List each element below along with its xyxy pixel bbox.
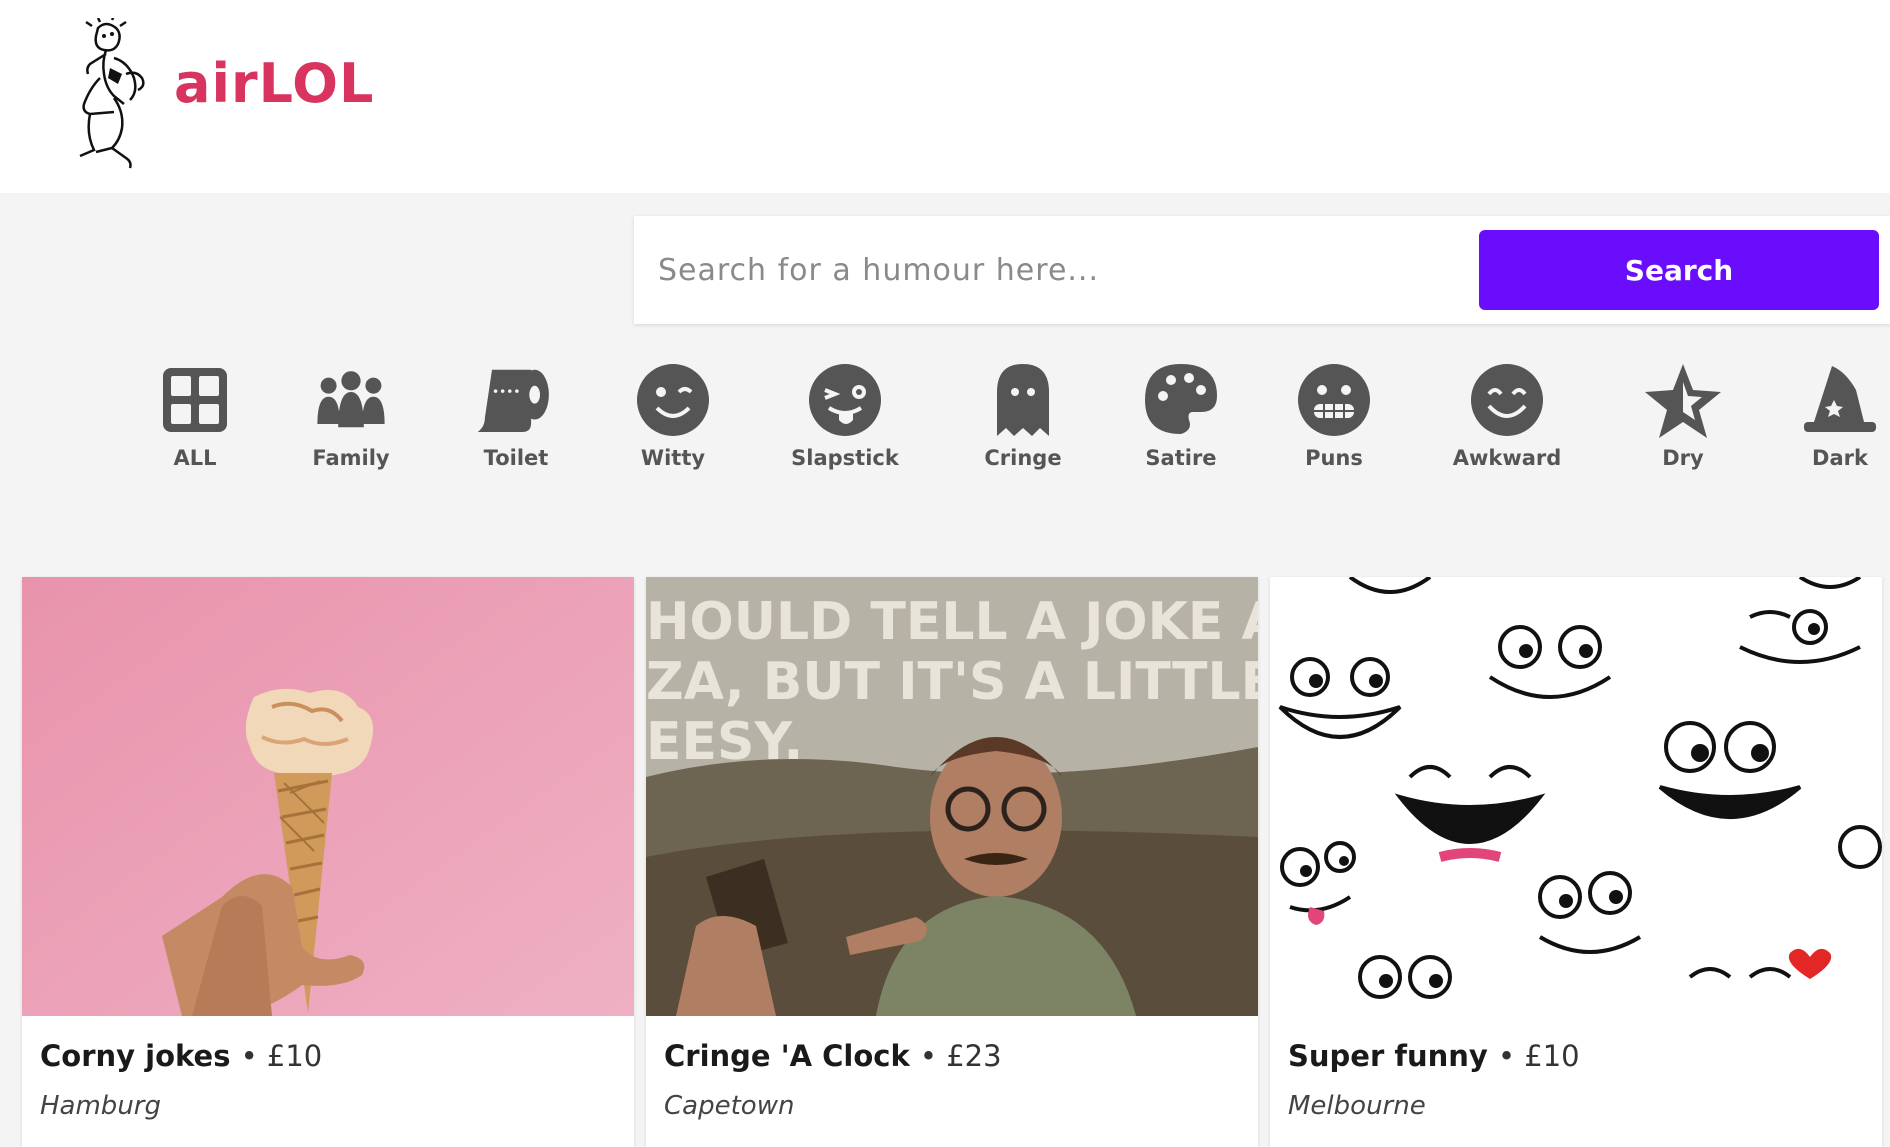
grimace-face-icon xyxy=(1298,364,1370,436)
palette-icon xyxy=(1145,364,1217,434)
header: airLOL xyxy=(0,0,1890,193)
category-label: Witty xyxy=(640,446,706,470)
category-all[interactable]: ALL xyxy=(120,360,270,480)
category-label: Family xyxy=(312,446,390,470)
tongue-face-icon xyxy=(809,364,881,436)
category-label: Slapstick xyxy=(791,446,899,470)
card-title: Super funny • £10 xyxy=(1288,1039,1580,1073)
card-price-value: £10 xyxy=(266,1039,323,1073)
search-input[interactable] xyxy=(634,216,1464,324)
meme-text-line: EESY. xyxy=(646,712,803,772)
category-label: Dry xyxy=(1662,446,1704,470)
brand-logo-text[interactable]: airLOL xyxy=(174,52,374,115)
ghost-icon xyxy=(997,364,1049,436)
pizza-joke-meme-image[interactable]: HOULD TELL A JOKE ABO ZA, BUT IT'S A LIT… xyxy=(646,577,1258,1016)
card-title: Cringe 'A Clock • £23 xyxy=(664,1039,1002,1073)
cartoon-faces-image[interactable] xyxy=(1270,577,1882,1016)
category-label: Puns xyxy=(1305,446,1363,470)
category-dark[interactable]: Dark xyxy=(1765,360,1890,480)
smile-face-icon xyxy=(1471,364,1543,436)
meme-text-line: HOULD TELL A JOKE ABO xyxy=(646,592,1258,652)
wizard-hat-icon xyxy=(1804,366,1876,432)
category-label: Satire xyxy=(1145,446,1217,470)
card-location: Melbourne xyxy=(1288,1091,1426,1121)
category-label: Awkward xyxy=(1452,446,1562,470)
card-price: • £10 xyxy=(240,1039,323,1073)
star-icon xyxy=(1645,364,1721,438)
wink-face-icon xyxy=(637,364,709,436)
grid-icon xyxy=(163,368,227,432)
family-icon xyxy=(317,371,385,428)
category-label: Dark xyxy=(1812,446,1868,470)
card-price-value: £23 xyxy=(946,1039,1002,1073)
card-title-text: Cringe 'A Clock xyxy=(664,1039,910,1073)
card-location: Hamburg xyxy=(40,1091,161,1121)
ice-cream-image[interactable] xyxy=(22,577,634,1016)
category-awkward[interactable]: Awkward xyxy=(1432,360,1582,480)
category-bar: ALL Family Toilet Witty Slapstick Cringe… xyxy=(0,360,1890,480)
toilet-roll-icon xyxy=(477,369,549,432)
category-label: Cringe xyxy=(984,446,1062,470)
listing-card[interactable]: Super funny • £10 Melbourne xyxy=(1270,577,1882,1147)
category-puns[interactable]: Puns xyxy=(1259,360,1409,480)
category-witty[interactable]: Witty xyxy=(598,360,748,480)
category-toilet[interactable]: Toilet xyxy=(441,360,591,480)
category-label: Toilet xyxy=(483,446,549,470)
search-button[interactable]: Search xyxy=(1479,230,1879,310)
card-title-text: Corny jokes xyxy=(40,1039,231,1073)
category-cringe[interactable]: Cringe xyxy=(948,360,1098,480)
meme-text-line: ZA, BUT IT'S A LITTLE xyxy=(646,652,1258,712)
category-satire[interactable]: Satire xyxy=(1106,360,1256,480)
card-price: • £10 xyxy=(1497,1039,1580,1073)
card-price: • £23 xyxy=(919,1039,1002,1073)
listing-card[interactable]: HOULD TELL A JOKE ABO ZA, BUT IT'S A LIT… xyxy=(646,577,1258,1147)
listing-card[interactable]: Corny jokes • £10 Hamburg xyxy=(22,577,634,1147)
card-title-text: Super funny xyxy=(1288,1039,1488,1073)
card-location: Capetown xyxy=(664,1091,795,1121)
logo-mascot-icon[interactable] xyxy=(70,15,154,170)
card-price-value: £10 xyxy=(1524,1039,1580,1073)
category-slapstick[interactable]: Slapstick xyxy=(770,360,920,480)
category-dry[interactable]: Dry xyxy=(1608,360,1758,480)
category-label: ALL xyxy=(173,446,217,470)
category-family[interactable]: Family xyxy=(276,360,426,480)
card-title: Corny jokes • £10 xyxy=(40,1039,322,1073)
